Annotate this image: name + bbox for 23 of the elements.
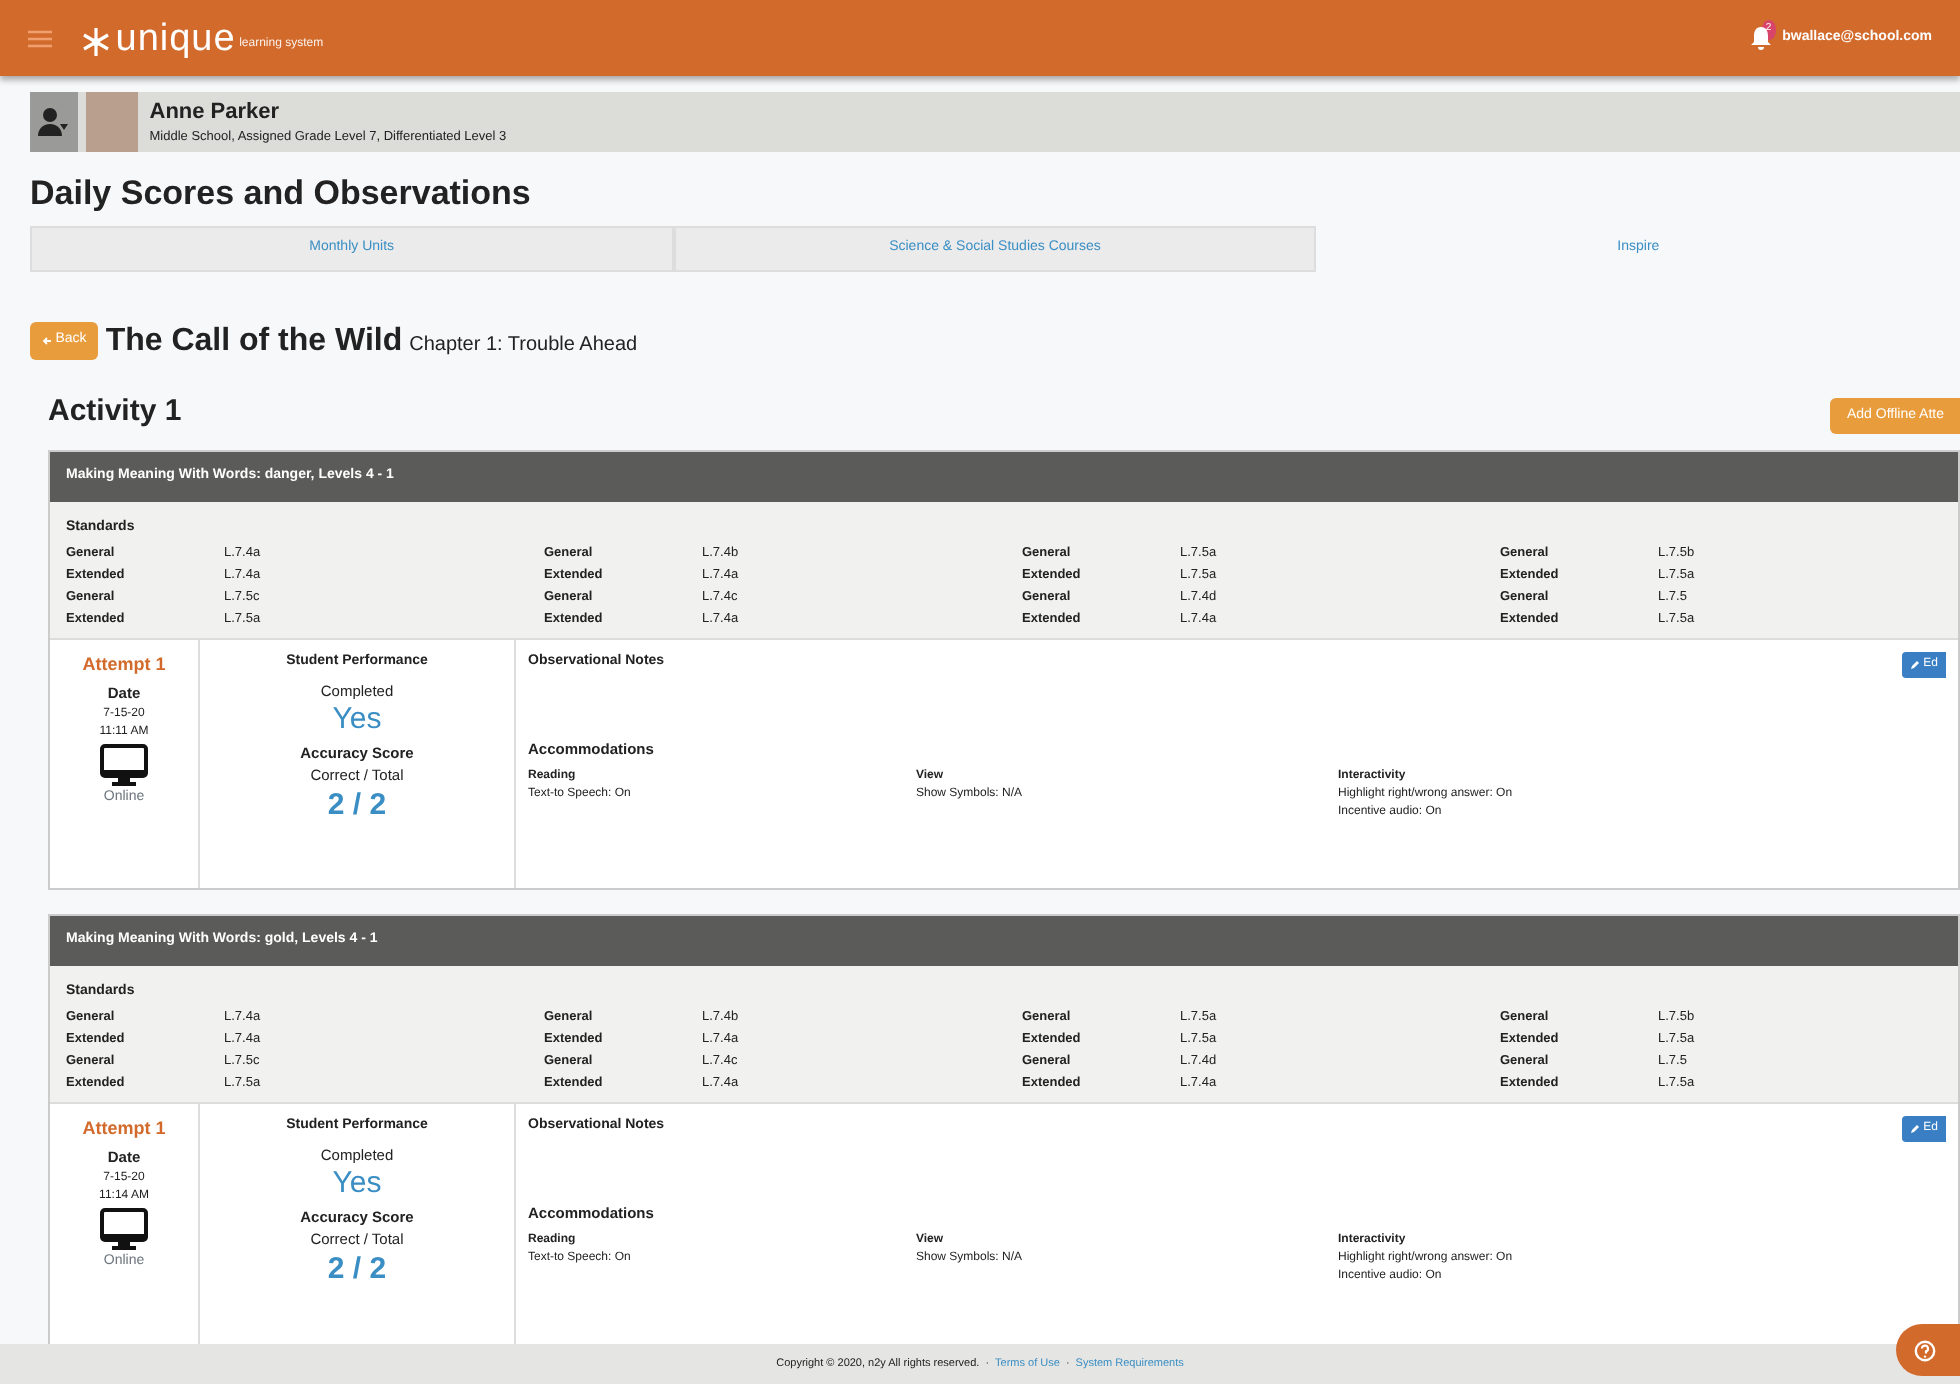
- help-icon: [1914, 1339, 1936, 1361]
- student-name: Anne Parker: [149, 97, 282, 128]
- snowflake-icon: [80, 25, 112, 57]
- brand-name: unique: [115, 19, 236, 57]
- score-value: 2 / 2: [325, 787, 389, 824]
- completed-value: Yes: [330, 1166, 384, 1203]
- arrow-left-icon: [42, 336, 52, 347]
- user-icon: [30, 92, 78, 152]
- monitor-icon: [100, 1208, 148, 1253]
- activity-title: Activity 1: [48, 391, 182, 432]
- help-button[interactable]: [1896, 1324, 1960, 1376]
- notification-bell-icon[interactable]: [1750, 26, 1773, 50]
- score-value: 2 / 2: [325, 1251, 389, 1288]
- attempt-label: Attempt 1: [80, 652, 168, 679]
- pencil-icon: [1909, 660, 1920, 671]
- attempt-label: Attempt 1: [80, 1116, 168, 1143]
- page-title: Daily Scores and Observations: [30, 176, 533, 214]
- book-title: The Call of the Wild: [105, 321, 403, 362]
- photo-placeholder: [86, 92, 138, 152]
- completed-value: Yes: [330, 702, 384, 739]
- monitor-icon: [100, 744, 148, 789]
- pencil-icon: [1909, 1124, 1920, 1135]
- chapter-title: Chapter 1: Trouble Ahead: [409, 331, 638, 360]
